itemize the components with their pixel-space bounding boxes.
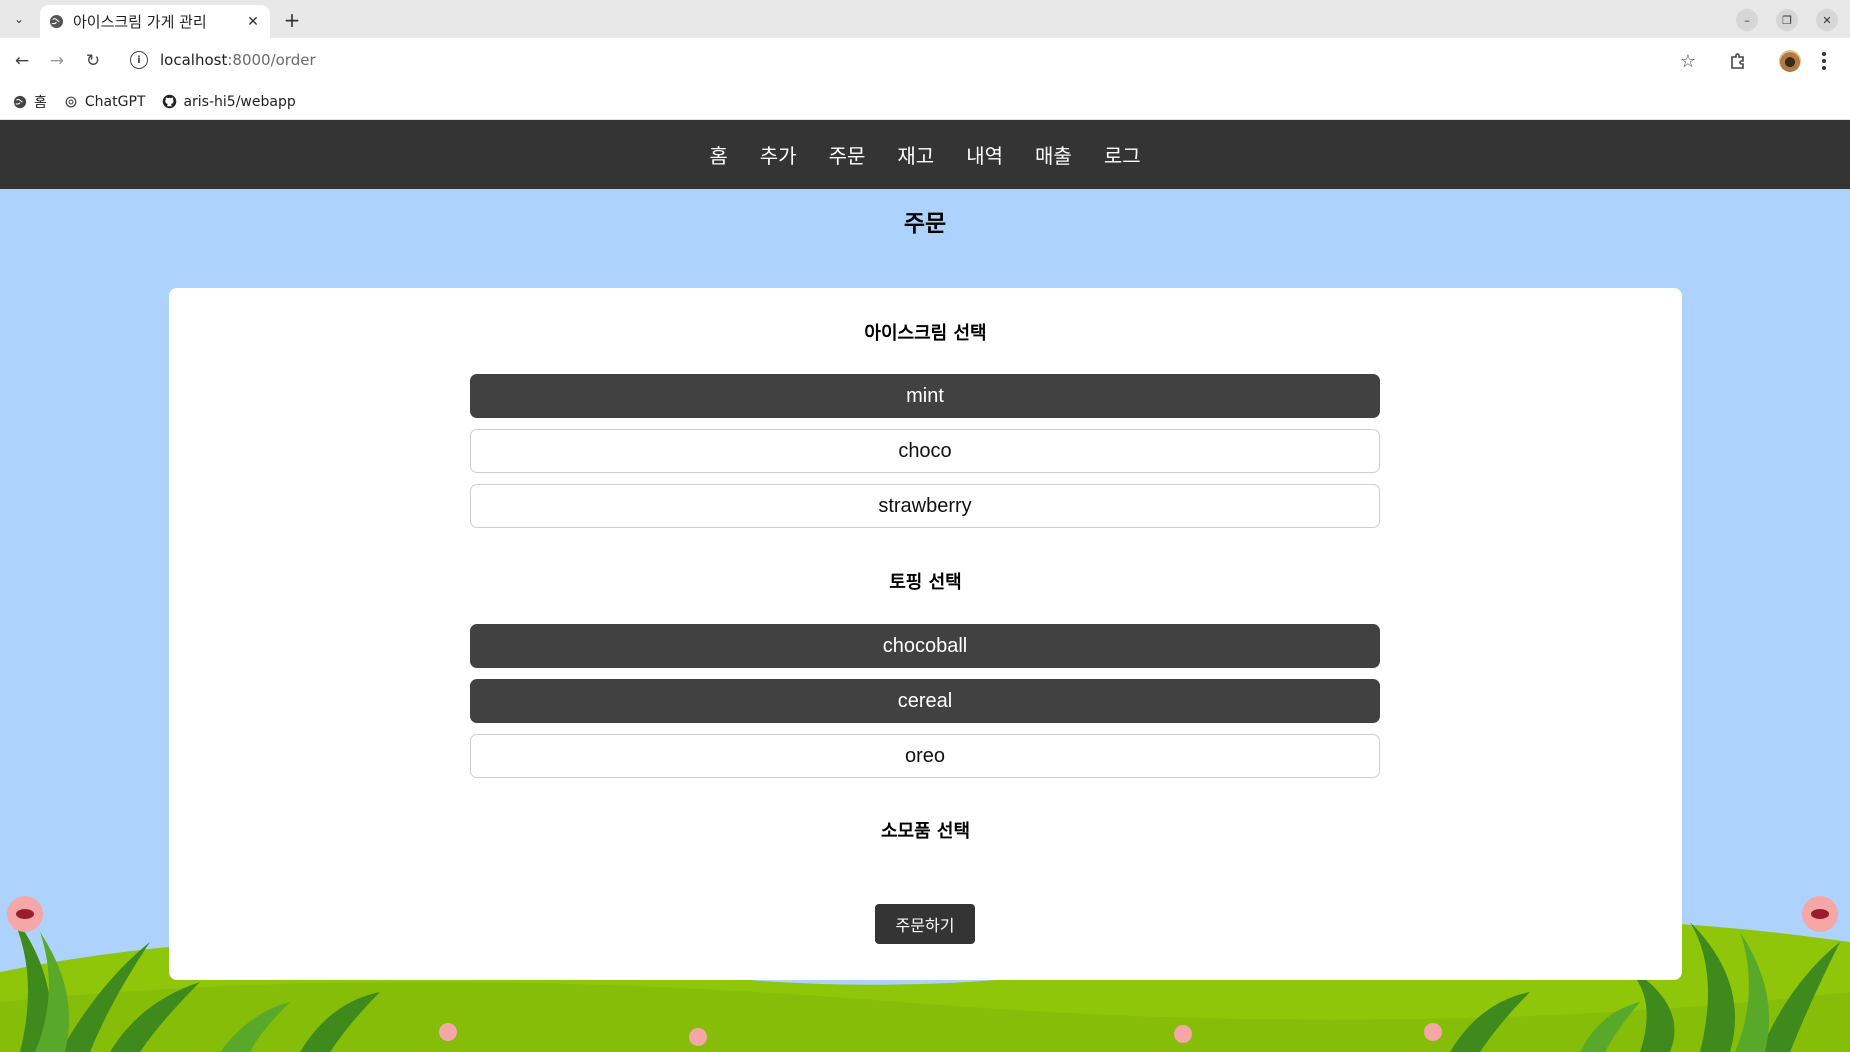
topping-option-chocoball[interactable]: chocoball <box>470 624 1380 668</box>
close-icon[interactable]: ✕ <box>244 13 262 31</box>
bookmark-label: ChatGPT <box>84 93 146 110</box>
bookmark-home[interactable]: 홈 <box>12 92 47 112</box>
nav-order[interactable]: 주문 <box>829 140 866 169</box>
forward-arrow-icon[interactable]: → <box>45 49 69 73</box>
icecream-option-mint[interactable]: mint <box>470 374 1380 418</box>
url-path: :8000/order <box>227 51 316 69</box>
order-submit-button[interactable]: 주문하기 <box>875 904 975 944</box>
reload-icon[interactable]: ↻ <box>81 49 105 73</box>
github-icon <box>161 94 177 110</box>
nav-home[interactable]: 홈 <box>709 140 727 169</box>
topping-option-oreo[interactable]: oreo <box>470 734 1380 778</box>
bookmark-star-icon[interactable]: ☆ <box>1676 49 1700 73</box>
extensions-puzzle-icon[interactable] <box>1726 49 1750 73</box>
globe-icon <box>12 94 28 110</box>
browser-tab-active[interactable]: 아이스크림 가게 관리 ✕ <box>40 5 270 38</box>
tab-list-chevron-icon[interactable]: ⌄ <box>8 8 30 30</box>
browser-tabbar: ⌄ 아이스크림 가게 관리 ✕ + – ❐ ✕ <box>0 0 1850 38</box>
topping-section-title: 토핑 선택 <box>889 572 962 593</box>
bookmarks-bar: 홈 ChatGPT aris-hi5/webapp <box>0 84 1850 120</box>
new-tab-plus-icon[interactable]: + <box>280 8 304 32</box>
url-host: localhost <box>160 51 228 69</box>
nav-log[interactable]: 로그 <box>1104 140 1141 169</box>
nav-sales[interactable]: 매출 <box>1035 140 1072 169</box>
order-form-card: 아이스크림 선택 mint choco strawberry 토핑 선택 cho… <box>169 288 1682 980</box>
address-bar[interactable]: i localhost:8000/order <box>118 43 1722 77</box>
tab-title: 아이스크림 가게 관리 <box>73 13 207 31</box>
site-info-icon[interactable]: i <box>130 51 148 69</box>
main-nav: 홈 추가 주문 재고 내역 매출 로그 <box>0 120 1850 189</box>
openai-icon <box>63 94 79 110</box>
bookmark-label: aris-hi5/webapp <box>183 93 296 110</box>
restore-icon[interactable]: ❐ <box>1776 9 1798 31</box>
profile-avatar[interactable] <box>1779 50 1801 72</box>
icecream-section-title: 아이스크림 선택 <box>864 323 987 344</box>
browser-toolbar: ← → ↻ i localhost:8000/order ☆ <box>0 38 1850 84</box>
nav-stock[interactable]: 재고 <box>897 140 934 169</box>
nav-history[interactable]: 내역 <box>966 140 1003 169</box>
topping-option-cereal[interactable]: cereal <box>470 679 1380 723</box>
page-title: 주문 <box>903 211 947 237</box>
bookmark-github[interactable]: aris-hi5/webapp <box>161 93 296 110</box>
window-close-icon[interactable]: ✕ <box>1816 9 1838 31</box>
minimize-icon[interactable]: – <box>1736 9 1758 31</box>
consumable-section-title: 소모품 선택 <box>880 821 971 842</box>
icecream-option-choco[interactable]: choco <box>470 429 1380 473</box>
bookmark-chatgpt[interactable]: ChatGPT <box>63 93 146 110</box>
globe-icon <box>48 14 64 30</box>
bookmark-label: 홈 <box>34 94 47 111</box>
back-arrow-icon[interactable]: ← <box>10 49 34 73</box>
page-viewport: 홈 추가 주문 재고 내역 매출 로그 주문 아이스크림 선택 mint cho… <box>0 120 1850 1052</box>
more-menu-icon[interactable] <box>1816 49 1832 73</box>
icecream-option-strawberry[interactable]: strawberry <box>470 484 1380 528</box>
nav-add[interactable]: 추가 <box>760 140 797 169</box>
